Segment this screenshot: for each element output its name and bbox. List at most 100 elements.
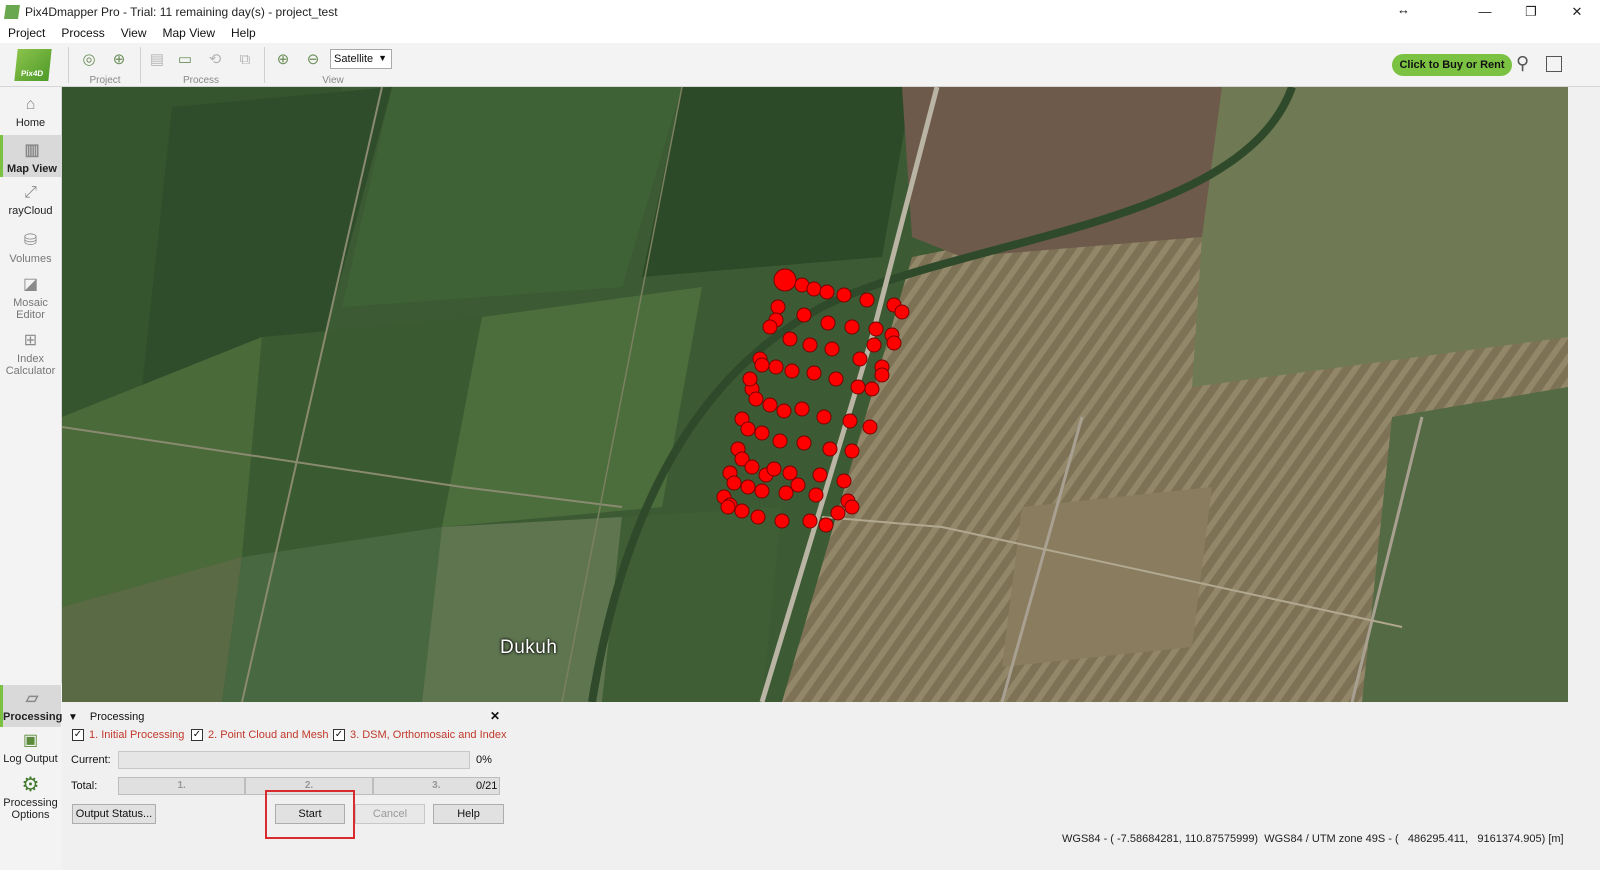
- resize-icon[interactable]: ↔: [1397, 2, 1410, 17]
- camera-position-marker[interactable]: [844, 443, 860, 459]
- camera-position-marker[interactable]: [836, 287, 852, 303]
- camera-position-marker[interactable]: [886, 335, 902, 351]
- close-button[interactable]: ✕: [1554, 0, 1600, 23]
- camera-position-marker[interactable]: [762, 397, 778, 413]
- camera-position-marker[interactable]: [794, 401, 810, 417]
- camera-position-marker[interactable]: [806, 365, 822, 381]
- step-point-cloud-mesh[interactable]: ✓ 2. Point Cloud and Mesh: [191, 729, 328, 741]
- cancel-button[interactable]: Cancel: [355, 804, 425, 824]
- camera-position-marker[interactable]: [830, 505, 846, 521]
- camera-position-marker[interactable]: [778, 485, 794, 501]
- camera-position-marker[interactable]: [742, 371, 758, 387]
- checkbox-checked-icon[interactable]: ✓: [191, 729, 203, 741]
- menu-project[interactable]: Project: [3, 26, 50, 40]
- camera-position-marker[interactable]: [819, 284, 835, 300]
- camera-position-marker[interactable]: [740, 421, 756, 437]
- camera-position-marker[interactable]: [770, 299, 786, 315]
- open-project-icon[interactable]: ◎: [78, 48, 100, 70]
- camera-position-marker[interactable]: [874, 367, 890, 383]
- camera-position-marker[interactable]: [866, 337, 882, 353]
- zoom-out-icon[interactable]: ⊖: [302, 48, 324, 70]
- sidebar-item-index-calculator[interactable]: ⊞ Index Calculator: [0, 331, 61, 381]
- restore-button[interactable]: ❐: [1508, 0, 1554, 23]
- camera-position-marker[interactable]: [808, 487, 824, 503]
- help-button[interactable]: Help: [433, 804, 504, 824]
- camera-position-marker[interactable]: [836, 473, 852, 489]
- camera-position-marker[interactable]: [844, 499, 860, 515]
- menu-process[interactable]: Process: [56, 26, 109, 40]
- camera-position-marker[interactable]: [782, 331, 798, 347]
- buy-or-rent-button[interactable]: Click to Buy or Rent: [1392, 54, 1512, 76]
- gcp-manager-icon[interactable]: ⊕: [108, 48, 130, 70]
- camera-position-marker[interactable]: [796, 435, 812, 451]
- sidebar-item-processing-options[interactable]: ⚙ Processing Options: [0, 775, 61, 825]
- menu-map-view[interactable]: Map View: [158, 26, 220, 40]
- sidebar-item-mosaic-editor[interactable]: ◪ Mosaic Editor: [0, 275, 61, 323]
- zoom-in-icon[interactable]: ⊕: [272, 48, 294, 70]
- camera-position-marker[interactable]: [790, 477, 806, 493]
- minimize-button[interactable]: —: [1462, 0, 1508, 23]
- step-initial-processing[interactable]: ✓ 1. Initial Processing: [72, 729, 184, 741]
- camera-position-marker[interactable]: [802, 513, 818, 529]
- camera-position-marker[interactable]: [754, 425, 770, 441]
- camera-position-marker[interactable]: [744, 459, 760, 475]
- camera-position-marker[interactable]: [818, 517, 834, 533]
- checkbox-checked-icon[interactable]: ✓: [333, 729, 345, 741]
- sidebar-item-processing[interactable]: ▱ Processing: [0, 685, 62, 727]
- start-button[interactable]: Start: [275, 804, 345, 824]
- user-account-icon[interactable]: ⚲: [1516, 53, 1538, 77]
- close-icon[interactable]: ✕: [490, 709, 500, 723]
- camera-position-marker[interactable]: [726, 475, 742, 491]
- sidebar-item-home[interactable]: ⌂ Home: [0, 95, 61, 135]
- camera-position-marker[interactable]: [868, 321, 884, 337]
- camera-position-marker[interactable]: [859, 292, 875, 308]
- camera-position-marker[interactable]: [842, 413, 858, 429]
- basemap-select[interactable]: Satellite ▼: [330, 49, 392, 69]
- output-status-button[interactable]: Output Status...: [72, 804, 156, 824]
- camera-position-marker[interactable]: [796, 307, 812, 323]
- camera-position-marker[interactable]: [806, 281, 822, 297]
- camera-position-marker[interactable]: [720, 499, 736, 515]
- camera-position-marker[interactable]: [750, 509, 766, 525]
- camera-position-marker[interactable]: [852, 351, 868, 367]
- camera-position-marker[interactable]: [754, 483, 770, 499]
- camera-position-marker[interactable]: [773, 268, 797, 292]
- camera-position-marker[interactable]: [820, 315, 836, 331]
- menu-view[interactable]: View: [116, 26, 152, 40]
- camera-position-marker[interactable]: [740, 479, 756, 495]
- sidebar-item-map-view[interactable]: ▥ Map View: [0, 135, 61, 177]
- camera-position-marker[interactable]: [862, 419, 878, 435]
- checkbox-checked-icon[interactable]: ✓: [72, 729, 84, 741]
- step-dsm-ortho-index[interactable]: ✓ 3. DSM, Orthomosaic and Index: [333, 729, 507, 741]
- menu-help[interactable]: Help: [226, 26, 261, 40]
- camera-position-marker[interactable]: [850, 379, 866, 395]
- camera-position-marker[interactable]: [776, 403, 792, 419]
- sidebar-item-volumes[interactable]: ⛁ Volumes: [0, 231, 61, 271]
- rematch-icon[interactable]: ⧉: [234, 48, 256, 70]
- camera-position-marker[interactable]: [772, 433, 788, 449]
- window-layout-icon[interactable]: [1546, 56, 1562, 72]
- camera-position-marker[interactable]: [844, 319, 860, 335]
- map-view[interactable]: Dukuh: [62, 87, 1568, 702]
- camera-position-marker[interactable]: [768, 359, 784, 375]
- collapse-triangle-icon[interactable]: ▼: [68, 712, 78, 723]
- camera-position-marker[interactable]: [824, 341, 840, 357]
- camera-position-marker[interactable]: [894, 304, 910, 320]
- camera-position-marker[interactable]: [822, 441, 838, 457]
- camera-position-marker[interactable]: [816, 409, 832, 425]
- camera-position-marker[interactable]: [748, 391, 764, 407]
- camera-position-marker[interactable]: [784, 363, 800, 379]
- camera-position-marker[interactable]: [754, 357, 770, 373]
- camera-position-marker[interactable]: [782, 465, 798, 481]
- camera-position-marker[interactable]: [766, 461, 782, 477]
- sidebar-item-raycloud[interactable]: ⤢ rayCloud: [0, 183, 61, 223]
- reoptimize-icon[interactable]: ⟲: [204, 48, 226, 70]
- camera-position-marker[interactable]: [802, 337, 818, 353]
- camera-position-marker[interactable]: [812, 467, 828, 483]
- report-icon[interactable]: ▤: [146, 48, 168, 70]
- camera-position-marker[interactable]: [828, 371, 844, 387]
- camera-position-marker[interactable]: [864, 381, 880, 397]
- camera-position-marker[interactable]: [762, 319, 778, 335]
- camera-position-marker[interactable]: [734, 503, 750, 519]
- sidebar-item-log-output[interactable]: ▣ Log Output: [0, 731, 61, 771]
